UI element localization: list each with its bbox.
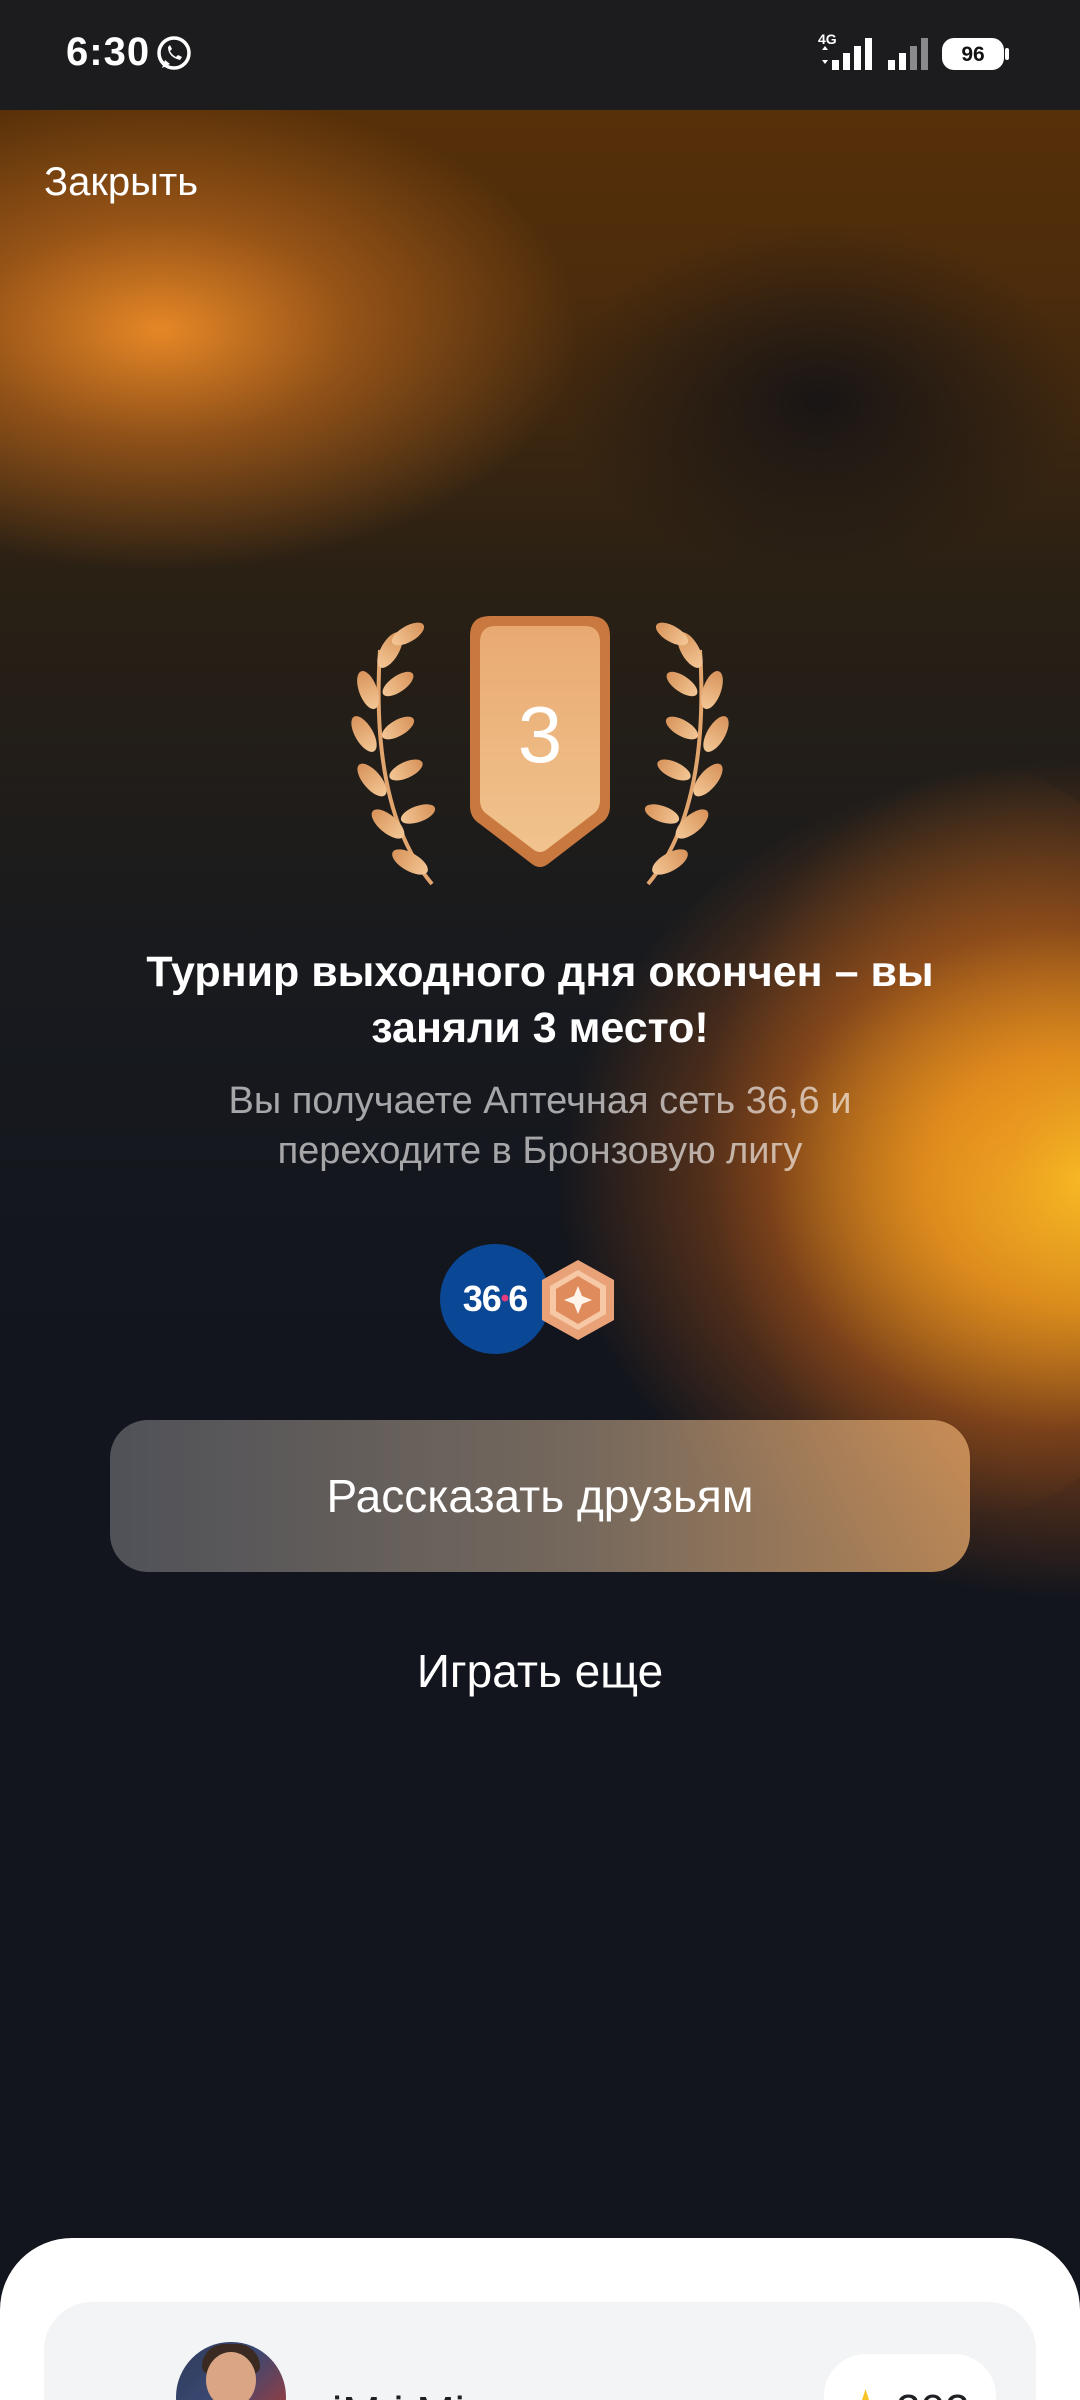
status-bar: 6:30 4G 96 — [0, 0, 1080, 110]
battery-level: 96 — [961, 43, 984, 66]
network-battery-indicators: 4G 96 — [818, 31, 1009, 70]
laurel-left-icon — [351, 622, 436, 886]
result-title: Турнир выходного дня окончен – вы заняли… — [146, 948, 934, 1052]
whatsapp-icon — [157, 36, 191, 70]
leaderboard-username: iM.i.Mi — [332, 2386, 465, 2400]
partner-logo-dot: • — [500, 1285, 509, 1312]
bronze-league-icon — [542, 1260, 614, 1340]
play-again-button[interactable]: Играть еще — [340, 1644, 740, 1714]
close-button[interactable]: Закрыть — [44, 160, 198, 205]
background-shadow — [560, 220, 1080, 580]
score-pill: ★ 202 — [824, 2354, 996, 2400]
partner-logo-main: 36 — [462, 1278, 502, 1319]
partner-logo-tail: 6 — [508, 1278, 528, 1319]
score-value: 202 — [896, 2386, 969, 2400]
place-number: 3 — [518, 690, 563, 779]
network-type: 4G — [818, 31, 837, 47]
result-subtitle: Вы получаете Аптечная сеть 36,6 и перехо… — [228, 1080, 852, 1172]
leaderboard-row[interactable]: 1 iM.i.Mi ★ 202 — [44, 2302, 1036, 2400]
leaderboard-sheet[interactable]: 1 iM.i.Mi ★ 202 — [0, 2238, 1080, 2400]
leaderboard-rank: 1 — [114, 2392, 138, 2400]
tournament-result-screen: 6:30 4G 96 Закрыть 3 Турнир выходного дн… — [0, 0, 1080, 2400]
avatar — [176, 2342, 286, 2400]
partner-logo: 36 • 6 — [440, 1244, 550, 1354]
status-time: 6:30 — [66, 30, 151, 74]
laurel-right-icon — [644, 622, 729, 886]
share-with-friends-button[interactable]: Рассказать друзьям — [110, 1420, 970, 1572]
rewards-row: 36 • 6 — [440, 1244, 620, 1356]
place-badge: 3 — [351, 616, 729, 886]
star-icon: ★ — [844, 2380, 887, 2400]
